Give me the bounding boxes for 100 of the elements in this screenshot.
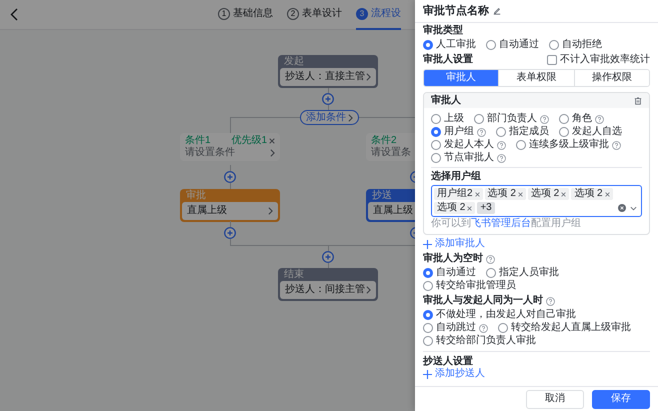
step-tab[interactable]: 1 基础信息 [218,0,273,30]
save-button[interactable]: 保存 [592,390,650,408]
more-count[interactable]: +3 [477,202,495,214]
section-label: 审批人为空时 [423,253,483,265]
option-label[interactable]: 自动跳过 [436,322,476,334]
add-node-button[interactable] [224,171,236,183]
tag[interactable]: 选项 2 [528,188,570,200]
tag[interactable]: 选项 2 [434,202,476,214]
radio-button[interactable] [423,268,433,278]
add-node-button[interactable] [224,227,236,239]
section-label: 审批类型 [423,25,463,37]
option-label[interactable]: 用户组 [444,126,474,138]
option-label[interactable]: 节点审批人 [444,152,494,164]
add-node-button[interactable] [322,93,334,105]
tag[interactable]: 选项 2 [484,188,526,200]
chevron-icon [366,286,371,294]
radio-button[interactable] [496,127,506,137]
option-label[interactable]: 上级 [444,113,464,125]
option-label[interactable]: 转交给部门负责人审批 [436,335,536,347]
tag[interactable]: 选项 2 [571,188,613,200]
pencil-icon[interactable] [493,7,501,15]
close-icon[interactable] [518,192,523,196]
radio-button[interactable] [423,323,433,333]
node-text: 抄送人：间接主管 [285,284,365,296]
radio-button[interactable] [423,40,433,50]
add-cc-link[interactable]: 添加抄送人 [423,368,650,380]
radio-button[interactable] [486,268,496,278]
radio-button[interactable] [559,127,569,137]
node-text: 直属上级 [187,205,227,217]
step-tab[interactable]: 2 表单设计 [287,0,342,30]
radio-button[interactable] [486,40,496,50]
connector-line [358,117,415,118]
radio-button[interactable] [516,140,526,150]
add-approver-link[interactable]: 添加审批人 [423,238,485,250]
condition-text: 请设置条 [371,147,411,159]
option-label[interactable]: 不做处理，由发起人对自己审批 [436,309,576,321]
segment-tab[interactable]: 审批人 [424,70,498,86]
radio-button[interactable] [431,114,441,124]
radio-button[interactable] [423,336,433,346]
add-node-button[interactable] [322,251,334,263]
option-label[interactable]: 转交给发起人直属上级审批 [511,322,631,334]
field-label: 选择用户组 [431,171,481,183]
tag[interactable]: 用户组2 [434,188,483,200]
section-label: 审批人设置 [423,54,473,66]
flow-node[interactable]: 审批 直属上级 [180,189,280,222]
checkbox[interactable] [547,55,557,65]
option-label[interactable]: 自动通过 [436,267,476,279]
condition-card[interactable]: 条件2 请设置条 [366,133,415,161]
clear-icon[interactable] [618,204,626,212]
drawer-title: 审批节点名称 [423,5,489,17]
connector-line [230,183,231,189]
chevron-icon [348,114,353,122]
option-label[interactable]: 部门负责人 [487,113,537,125]
radio-button[interactable] [431,140,441,150]
admin-link[interactable]: 飞书管理后台 [471,218,531,229]
radio-button[interactable] [423,281,433,291]
node-title: 审批 [185,189,207,202]
condition-card[interactable]: 条件1 优先级1 请设置条件 [180,133,280,161]
connector-line [230,221,231,227]
option-label[interactable]: 指定人员审批 [499,267,559,279]
radio-button[interactable] [559,114,569,124]
option-label[interactable]: 转交给审批管理员 [436,280,516,292]
option-label[interactable]: 自动拒绝 [562,39,602,51]
radio-button[interactable] [474,114,484,124]
chevron-icon [268,207,273,215]
close-icon[interactable] [474,192,480,196]
segment-tab[interactable]: 操作权限 [574,70,649,86]
option-label[interactable]: 指定成员 [509,126,549,138]
node-title: 抄送 [371,189,393,202]
radio-button[interactable] [431,153,441,163]
trash-icon[interactable] [634,96,642,104]
condition-text: 请设置条件 [185,147,235,159]
flow-node[interactable]: 结束 抄送人：间接主管 [278,268,378,301]
flow-node[interactable]: 抄送 直属上级 [366,189,415,222]
radio-button[interactable] [549,40,559,50]
option-label[interactable]: 角色 [572,113,592,125]
flow-node[interactable]: 发起 抄送人：直接主管 [278,55,378,88]
close-icon[interactable] [269,138,275,144]
back-icon[interactable] [10,8,18,21]
node-text: 直属上级 [373,205,413,217]
section-label: 审批人与发起人同为一人时 [423,295,543,307]
condition-title: 条件1 [185,135,211,146]
section-label: 抄送人设置 [423,356,473,368]
priority-label: 优先级1 [231,135,267,147]
option-label[interactable]: 人工审批 [436,39,476,51]
option-label[interactable]: 发起人自选 [572,126,622,138]
option-label[interactable]: 自动通过 [499,39,539,51]
radio-button[interactable] [431,127,441,137]
caret-icon[interactable] [630,206,637,210]
radio-button[interactable] [498,323,508,333]
cancel-button[interactable]: 取消 [526,390,584,408]
option-label[interactable]: 发起人本人 [444,139,494,151]
close-icon[interactable] [604,192,610,196]
close-icon[interactable] [561,192,566,196]
checkbox-label[interactable]: 不计入审批效率统计 [560,54,650,66]
option-label[interactable]: 连续多级上级审批 [529,139,609,151]
group-select[interactable]: 用户组2 选项 2 选项 2 选项 2 选项 2 +3 [431,185,642,217]
radio-button[interactable] [423,310,433,320]
close-icon[interactable] [467,206,472,210]
hint-text: 你可以到飞书管理后台配置用户组 [431,218,582,230]
